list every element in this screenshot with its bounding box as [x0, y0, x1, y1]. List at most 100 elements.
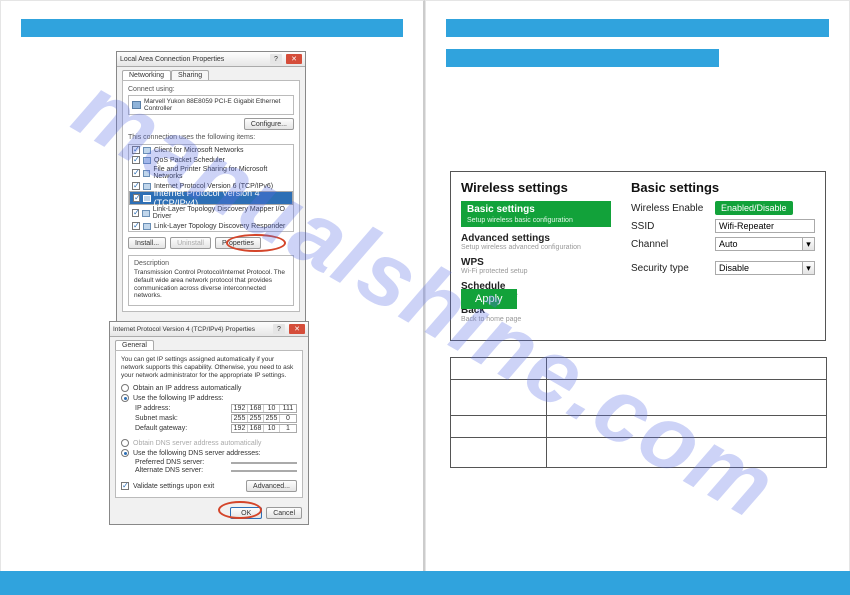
apply-button[interactable]: Apply: [461, 289, 517, 309]
mask-field[interactable]: 2552552550: [231, 414, 297, 423]
enable-toggle[interactable]: Enabled/Disable: [715, 201, 793, 215]
radio-icon: [121, 394, 129, 402]
spec-table: [450, 357, 827, 468]
section-bar: [21, 19, 403, 37]
checkbox-icon: [121, 482, 129, 490]
ssid-input[interactable]: Wifi-Repeater: [715, 219, 815, 233]
gw-label: Default gateway:: [135, 425, 187, 432]
alt-dns-field[interactable]: [231, 470, 297, 472]
table-row: [451, 438, 827, 468]
section-bar: [446, 49, 719, 67]
nic-name: Marvell Yukon 88E8059 PCI-E Gigabit Ethe…: [144, 98, 290, 112]
table-row: [451, 358, 827, 380]
chevron-down-icon: ▾: [802, 238, 814, 250]
advanced-button[interactable]: Advanced...: [246, 480, 297, 492]
pref-dns-field[interactable]: [231, 462, 297, 464]
radio-icon: [121, 384, 129, 392]
channel-label: Channel: [631, 239, 709, 250]
help-icon[interactable]: ?: [270, 54, 282, 64]
list-item-selected[interactable]: Internet Protocol Version 4 (TCP/IPv4): [129, 191, 293, 205]
page-left: Local Area Connection Properties ? ✕ Net…: [0, 0, 425, 595]
close-icon[interactable]: ✕: [289, 324, 305, 334]
radio-use-dns[interactable]: Use the following DNS server addresses:: [121, 449, 297, 457]
list-item[interactable]: Link-Layer Topology Discovery Responder: [129, 221, 293, 231]
table-row: [451, 416, 827, 438]
nav-advanced[interactable]: Advanced settings Setup wireless advance…: [461, 233, 611, 251]
component-icon: [142, 210, 149, 217]
ipv4-dialog: Internet Protocol Version 4 (TCP/IPv4) P…: [109, 321, 309, 525]
wireless-settings-panel: Wireless settings Basic settings Setup w…: [450, 171, 826, 341]
list-item[interactable]: File and Printer Sharing for Microsoft N…: [129, 165, 293, 181]
radio-icon: [121, 449, 129, 457]
tab-general[interactable]: General: [115, 340, 154, 350]
ws-form: Basic settings Wireless Enable Enabled/D…: [631, 178, 815, 334]
checkbox-icon[interactable]: [132, 169, 140, 177]
checkbox-icon[interactable]: [132, 209, 139, 217]
section-bar: [446, 19, 829, 37]
list-item[interactable]: Client for Microsoft Networks: [129, 145, 293, 155]
component-icon: [143, 157, 151, 164]
security-select[interactable]: Disable ▾: [715, 261, 815, 275]
connect-using-label: Connect using:: [128, 86, 294, 93]
nic-field: Marvell Yukon 88E8059 PCI-E Gigabit Ethe…: [128, 95, 294, 115]
checkbox-icon[interactable]: [133, 194, 140, 202]
uninstall-button: Uninstall: [170, 237, 211, 249]
component-icon: [143, 223, 151, 230]
validate-checkbox[interactable]: Validate settings upon exit: [121, 482, 214, 490]
component-icon: [143, 195, 150, 202]
mask-label: Subnet mask:: [135, 415, 178, 422]
ip-field[interactable]: 19216810111: [231, 404, 297, 413]
checkbox-icon[interactable]: [132, 222, 140, 230]
desc-heading: Description: [134, 260, 288, 267]
list-item[interactable]: QoS Packet Scheduler: [129, 155, 293, 165]
ipv4-blurb: You can get IP settings assigned automat…: [121, 356, 297, 379]
checkbox-icon[interactable]: [132, 182, 140, 190]
lac-titlebar: Local Area Connection Properties ? ✕: [117, 52, 305, 67]
ip-label: IP address:: [135, 405, 170, 412]
cancel-button[interactable]: Cancel: [266, 507, 302, 519]
gw-field[interactable]: 192168101: [231, 424, 297, 433]
radio-icon: [121, 439, 129, 447]
lac-title: Local Area Connection Properties: [120, 56, 224, 63]
table-row: [451, 380, 827, 416]
items-label: This connection uses the following items…: [128, 134, 294, 141]
component-icon: [143, 170, 151, 177]
ssid-label: SSID: [631, 221, 709, 232]
nav-wps[interactable]: WPS Wi-Fi protected setup: [461, 257, 611, 275]
ipv4-title: Internet Protocol Version 4 (TCP/IPv4) P…: [113, 326, 255, 333]
properties-button[interactable]: Properties: [215, 237, 261, 249]
radio-auto-ip[interactable]: Obtain an IP address automatically: [121, 384, 297, 392]
radio-use-ip[interactable]: Use the following IP address:: [121, 394, 297, 402]
connection-items-list: Client for Microsoft Networks QoS Packet…: [128, 144, 294, 232]
alt-dns-label: Alternate DNS server:: [135, 467, 203, 474]
ipv4-titlebar: Internet Protocol Version 4 (TCP/IPv4) P…: [110, 322, 308, 337]
ws-nav: Wireless settings Basic settings Setup w…: [461, 178, 611, 334]
lac-dialog: Local Area Connection Properties ? ✕ Net…: [116, 51, 306, 339]
lac-tabs: Networking Sharing: [117, 67, 305, 80]
nav-basic-desc: Setup wireless basic configuration: [461, 217, 611, 227]
enable-label: Wireless Enable: [631, 203, 709, 214]
desc-text: Transmission Control Protocol/Internet P…: [134, 269, 288, 300]
nic-icon: [132, 101, 141, 109]
checkbox-icon[interactable]: [132, 156, 140, 164]
ok-button[interactable]: OK: [230, 507, 262, 519]
channel-select[interactable]: Auto ▾: [715, 237, 815, 251]
chevron-down-icon: ▾: [802, 262, 814, 274]
tab-networking[interactable]: Networking: [122, 70, 171, 80]
component-icon: [143, 183, 151, 190]
checkbox-icon[interactable]: [132, 146, 140, 154]
help-icon[interactable]: ?: [273, 324, 285, 334]
pref-dns-label: Preferred DNS server:: [135, 459, 204, 466]
tab-sharing[interactable]: Sharing: [171, 70, 209, 80]
ws-left-heading: Wireless settings: [461, 180, 611, 195]
install-button[interactable]: Install...: [128, 237, 166, 249]
nav-basic[interactable]: Basic settings: [461, 201, 611, 217]
footer-bar: [0, 571, 850, 595]
ws-right-heading: Basic settings: [631, 180, 815, 195]
security-label: Security type: [631, 263, 709, 274]
configure-button[interactable]: Configure...: [244, 118, 294, 130]
radio-auto-dns: Obtain DNS server address automatically: [121, 439, 297, 447]
page-right: Wireless settings Basic settings Setup w…: [425, 0, 850, 595]
close-icon[interactable]: ✕: [286, 54, 302, 64]
component-icon: [143, 147, 151, 154]
